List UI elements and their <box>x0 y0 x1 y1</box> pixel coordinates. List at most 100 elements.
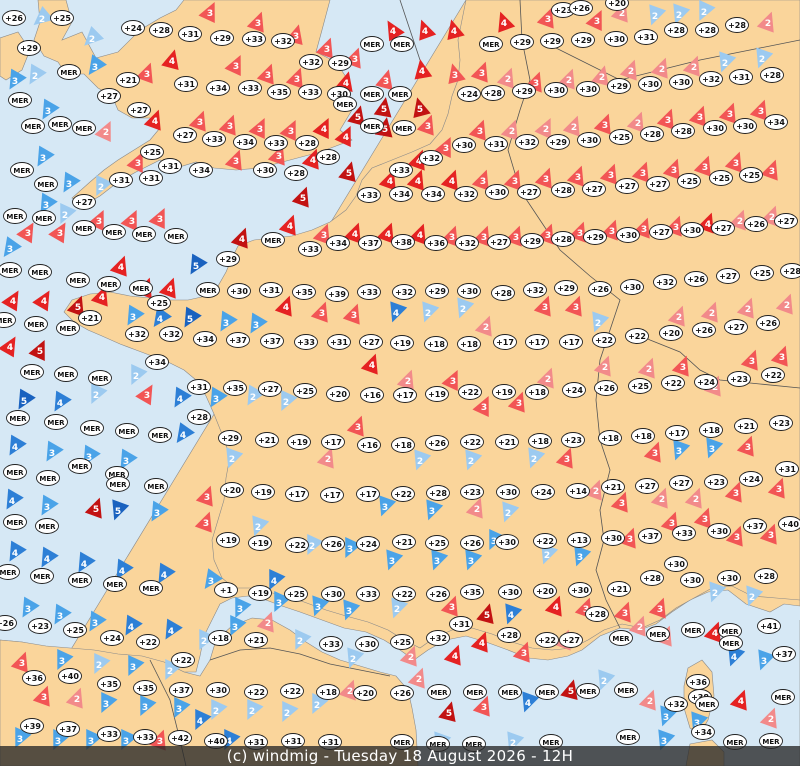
wind-force-label: 3 <box>480 177 486 187</box>
wind-force-label: 3 <box>237 605 243 615</box>
temperature-marker: +33 <box>357 187 381 203</box>
marker-label: +33 <box>301 245 319 254</box>
wind-force-label: 5 <box>187 315 193 325</box>
wind-force-label: 4 <box>180 431 186 441</box>
wind-force-label: 2 <box>749 593 755 603</box>
wind-force-label: 3 <box>564 455 570 465</box>
wind-force-label: 3 <box>213 395 219 405</box>
marker-label: +31 <box>112 176 130 185</box>
wind-force-label: 3 <box>103 700 109 710</box>
wind-force-label: 3 <box>276 599 282 609</box>
temperature-marker: +14 <box>566 483 590 499</box>
wind-force-label: 3 <box>7 245 13 255</box>
temperature-marker: +24 <box>694 374 718 390</box>
temperature-marker: +22 <box>535 632 559 648</box>
temperature-marker: +17 <box>356 486 380 502</box>
marker-label: +34 <box>767 118 785 127</box>
wind-force-label: 5 <box>446 709 452 719</box>
temperature-marker: +30 <box>206 682 230 698</box>
wind-force-label: 2 <box>646 365 652 375</box>
temperature-marker: +19 <box>287 434 311 450</box>
wind-force-label: 4 <box>387 177 393 187</box>
wind-force-label: 3 <box>769 167 775 177</box>
marker-label: +30 <box>683 226 701 235</box>
marker-label: +31 <box>732 73 750 82</box>
marker-label: MER <box>71 463 89 471</box>
marker-label: +19 <box>219 536 237 545</box>
wind-force-label: 3 <box>197 118 203 128</box>
marker-label: +33 <box>205 135 223 144</box>
marker-label: +32 <box>128 330 146 339</box>
temperature-marker: +22 <box>391 486 415 502</box>
temperature-marker: +37 <box>743 518 767 534</box>
temperature-marker: +42 <box>168 730 192 746</box>
marker-label: +26 <box>747 220 765 229</box>
temperature-marker: +17 <box>493 334 517 350</box>
sea-marker: MER <box>609 630 633 646</box>
wind-force-label: 3 <box>288 127 294 137</box>
marker-label: +34 <box>236 138 254 147</box>
temperature-marker: +21 <box>734 418 758 434</box>
wind-force-label: 2 <box>229 455 235 465</box>
temperature-marker: +25 <box>609 129 633 145</box>
wind-force-label: 4 <box>118 263 124 273</box>
wind-force-label: 2 <box>745 305 751 315</box>
marker-label: +17 <box>496 338 514 347</box>
temperature-marker: +29 <box>607 78 631 94</box>
wind-force-label: 5 <box>75 303 81 313</box>
temperature-marker: +32 <box>515 134 539 150</box>
wind-force-label: 3 <box>92 63 98 73</box>
marker-label: MER <box>24 123 42 131</box>
temperature-marker: +30 <box>604 31 628 47</box>
sea-marker: MER <box>148 427 172 443</box>
temperature-marker: +33 <box>133 729 157 745</box>
temperature-marker: +31 <box>634 29 658 45</box>
marker-label: +37 <box>263 337 281 346</box>
marker-label: +18 <box>634 432 652 441</box>
wind-force-label: 3 <box>602 121 608 131</box>
marker-label: +39 <box>23 722 41 731</box>
temperature-marker: +32 <box>653 274 677 290</box>
temperature-marker: +31 <box>109 172 133 188</box>
wind-force-label: 3 <box>383 77 389 87</box>
sea-marker: MER <box>771 689 795 705</box>
temperature-marker: +31 <box>139 170 163 186</box>
marker-label: +33 <box>360 191 378 200</box>
marker-label: +19 <box>393 339 411 348</box>
marker-label: +35 <box>295 288 313 297</box>
temperature-marker: +29 <box>218 430 242 446</box>
wind-force-label: 3 <box>680 363 686 373</box>
temperature-marker: +24 <box>457 86 481 102</box>
wind-force-label: 2 <box>571 123 577 133</box>
temperature-marker: +27 <box>649 224 673 240</box>
wind-force-label: 2 <box>647 697 653 707</box>
marker-label: +26 <box>591 285 609 294</box>
wind-force-label: 3 <box>425 122 431 132</box>
sea-marker: MER <box>57 64 81 80</box>
marker-label: MER <box>393 41 411 49</box>
marker-label: +25 <box>296 387 314 396</box>
wind-force-label: 3 <box>516 399 522 409</box>
temperature-marker: +31 <box>174 76 198 92</box>
wind-force-label: 4 <box>310 156 316 166</box>
temperature-marker: +22 <box>460 434 484 450</box>
marker-label: +27 <box>649 180 667 189</box>
temperature-marker: +30 <box>664 556 688 572</box>
wind-force-label: 4 <box>352 230 358 240</box>
temperature-marker: +24 <box>121 20 145 36</box>
wind-force-label: 3 <box>609 227 615 237</box>
temperature-marker: +28 <box>316 149 340 165</box>
temperature-marker: +17 <box>321 434 345 450</box>
wind-force-label: 3 <box>324 45 330 55</box>
wind-force-label: 4 <box>271 577 277 587</box>
marker-label: +32 <box>422 154 440 163</box>
marker-label: +30 <box>256 166 274 175</box>
marker-label: +27 <box>777 217 795 226</box>
temperature-marker: +17 <box>393 387 417 403</box>
marker-label: +28 <box>674 127 692 136</box>
wind-force-label: 3 <box>733 159 739 169</box>
marker-label: +33 <box>360 288 378 297</box>
marker-label: +21 <box>498 438 516 447</box>
temperature-marker: +22 <box>171 652 195 668</box>
wind-force-label: 4 <box>393 309 399 319</box>
